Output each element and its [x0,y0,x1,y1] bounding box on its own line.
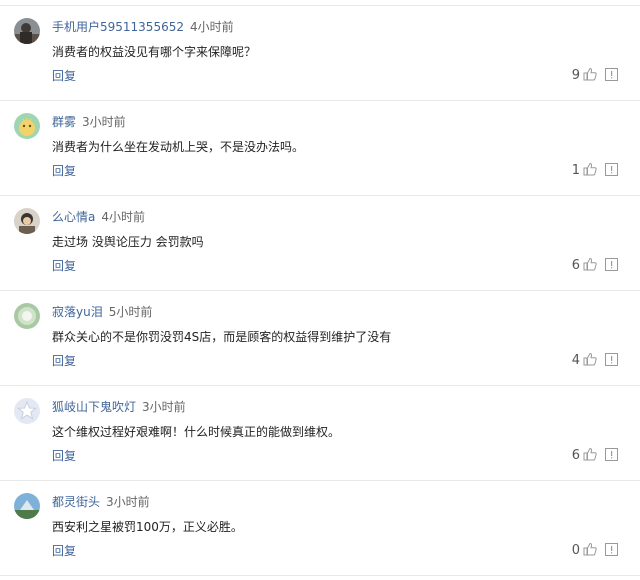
comment-item: 寂落yu泪 5小时前 群众关心的不是你罚没罚4S店，而是顾客的权益得到维护了没有 … [0,291,640,386]
reply-button[interactable]: 回复 [52,543,76,559]
avatar-photo-icon [14,303,40,329]
thumbs-up-icon[interactable] [583,67,597,81]
avatar[interactable] [14,208,40,234]
report-icon[interactable] [605,258,618,271]
avatar-default-star-icon [14,398,40,424]
reply-button[interactable]: 回复 [52,448,76,464]
comment-item: 都灵街头 3小时前 西安利之星被罚100万，正义必胜。 回复 0 [0,481,640,576]
report-icon[interactable] [605,163,618,176]
avatar[interactable] [14,303,40,329]
avatar[interactable] [14,113,40,139]
comment-username[interactable]: 群雾 [52,115,76,129]
reply-button[interactable]: 回复 [52,258,76,274]
comment-username[interactable]: 都灵街头 [52,495,100,509]
comment-time: 3小时前 [106,495,150,509]
report-icon[interactable] [605,68,618,81]
like-count: 1 [571,163,580,178]
avatar-photo-icon [14,18,40,44]
comment-text: 消费者为什么坐在发动机上哭，不是没办法吗。 [52,140,305,154]
thumbs-up-icon[interactable] [583,447,597,461]
comment-item: 么心情a 4小时前 走过场 没舆论压力 会罚款吗 回复 6 [0,196,640,291]
comment-time: 3小时前 [82,115,126,129]
comment-text: 走过场 没舆论压力 会罚款吗 [52,235,204,249]
thumbs-up-icon[interactable] [583,162,597,176]
comment-text: 消费者的权益没见有哪个字来保障呢？ [52,45,257,59]
comment-time: 4小时前 [189,20,234,34]
comment-username[interactable]: 手机用户59511355652 [52,20,184,34]
comment-item: 狐岐山下鬼吹灯 3小时前 这个维权过程好艰难啊！什么时候真正的能做到维权。 回复 … [0,386,640,481]
avatar[interactable] [14,398,40,424]
reply-button[interactable]: 回复 [52,353,76,369]
avatar[interactable] [14,493,40,519]
thumbs-up-icon[interactable] [583,352,597,366]
like-count: 6 [571,448,580,463]
like-count: 4 [571,353,580,368]
avatar[interactable] [14,18,40,44]
thumbs-up-icon[interactable] [583,257,597,271]
comment-item: 群雾 3小时前 消费者为什么坐在发动机上哭，不是没办法吗。 回复 1 [0,101,640,196]
reply-button[interactable]: 回复 [52,68,76,84]
comment-text: 群众关心的不是你罚没罚4S店，而是顾客的权益得到维护了没有 [52,330,392,344]
avatar-cartoon-icon [14,113,40,139]
comment-time: 4小时前 [101,210,145,224]
report-icon[interactable] [605,448,618,461]
thumbs-up-icon[interactable] [583,542,597,556]
like-count: 6 [571,258,580,273]
report-icon[interactable] [605,353,618,366]
comment-username[interactable]: 狐岐山下鬼吹灯 [52,400,136,414]
like-count: 9 [571,68,580,83]
report-icon[interactable] [605,543,618,556]
like-count: 0 [571,543,580,558]
avatar-photo-icon [14,208,40,234]
comment-time: 3小时前 [142,400,186,414]
comment-username[interactable]: 寂落yu泪 [52,305,103,319]
comment-username[interactable]: 么心情a [52,210,95,224]
avatar-photo-icon [14,493,40,519]
comment-text: 这个维权过程好艰难啊！什么时候真正的能做到维权。 [52,425,341,439]
reply-button[interactable]: 回复 [52,163,76,179]
comment-text: 西安利之星被罚100万，正义必胜。 [52,520,243,534]
comment-time: 5小时前 [108,305,153,319]
comment-item: 手机用户59511355652 4小时前 消费者的权益没见有哪个字来保障呢？ 回复… [0,6,640,101]
